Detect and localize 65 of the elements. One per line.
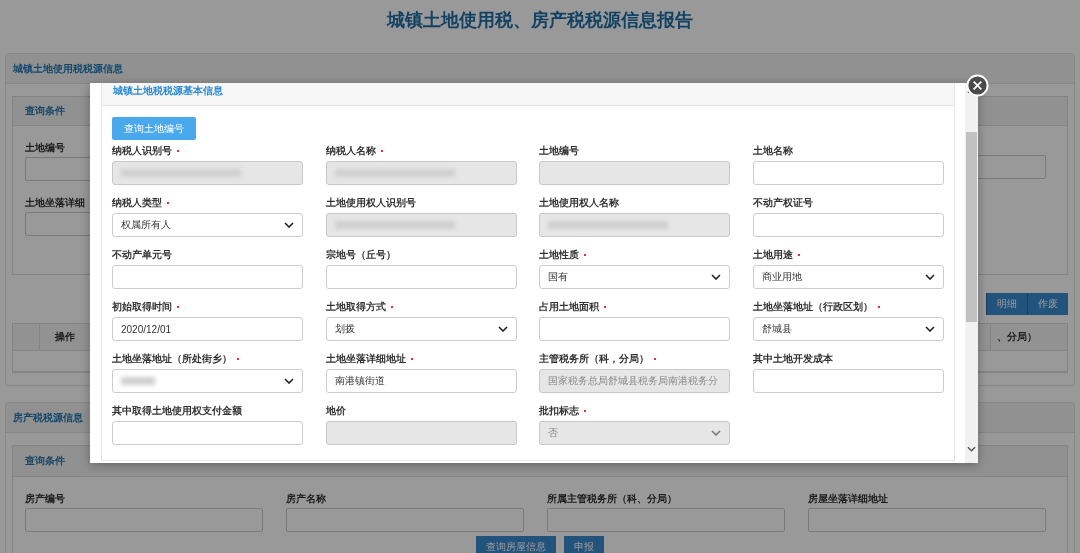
field-label: 房产编号 bbox=[25, 492, 65, 506]
field-label: 地价 bbox=[325, 404, 346, 418]
close-icon[interactable] bbox=[966, 74, 989, 97]
field-label: 主管税务所（科，分局） bbox=[539, 352, 657, 366]
input-field[interactable] bbox=[539, 317, 730, 341]
chevron-down-icon bbox=[924, 326, 935, 332]
field-label: 土地坐落地址（所处街乡） bbox=[112, 352, 240, 366]
field-label: 纳税人类型 bbox=[112, 196, 170, 210]
input-field[interactable] bbox=[325, 265, 517, 289]
field-label: 房屋坐落详细地址 bbox=[808, 492, 888, 506]
field-label: 所属主管税务所（科、分局） bbox=[547, 492, 677, 506]
field-label: 批扣标志 bbox=[539, 404, 587, 418]
chevron-down-icon bbox=[284, 222, 294, 228]
input-field[interactable] bbox=[752, 213, 944, 237]
field-label: 其中土地开发成本 bbox=[752, 352, 833, 366]
chevron-down-icon bbox=[924, 274, 935, 280]
input-field[interactable] bbox=[808, 508, 1046, 532]
input-field[interactable]: 南港镇街道 bbox=[325, 369, 517, 393]
scroll-thumb[interactable] bbox=[966, 132, 977, 322]
field-label: 土地取得方式 bbox=[325, 300, 394, 314]
dropdown[interactable]: 权属所有人 bbox=[112, 213, 303, 237]
input-field[interactable] bbox=[25, 508, 263, 532]
chevron-down-icon bbox=[711, 274, 721, 280]
section-title: 城镇土地税税源基本信息 bbox=[102, 83, 954, 106]
dropdown[interactable]: 商业用地 bbox=[752, 265, 944, 289]
field-label: 土地名称 bbox=[752, 144, 793, 158]
field-label: 土地用途 bbox=[752, 248, 801, 262]
input-field[interactable]: 2020/12/01 bbox=[112, 317, 303, 341]
chevron-down-icon bbox=[497, 326, 508, 332]
field-label: 纳税人名称 bbox=[325, 144, 384, 158]
field-label: 占用土地面积 bbox=[539, 300, 607, 314]
chevron-down-icon bbox=[284, 378, 294, 384]
field-label: 纳税人识别号 bbox=[112, 144, 180, 158]
panel-title: 城镇土地使用税税源信息 bbox=[6, 54, 1074, 84]
field-label: 土地性质 bbox=[539, 248, 587, 262]
input-field[interactable] bbox=[112, 421, 303, 445]
dropdown[interactable]: 舒城县 bbox=[752, 317, 944, 341]
field-label: 土地编号 bbox=[25, 141, 65, 155]
field-label: 不动产权证号 bbox=[752, 196, 813, 210]
page-title: 城镇土地使用税、房产税税源信息报告 bbox=[385, 9, 694, 32]
column-header: 、分局） bbox=[990, 324, 1067, 350]
field-label: 宗地号（丘号） bbox=[325, 248, 396, 262]
field-label: 土地编号 bbox=[539, 144, 579, 158]
field-label: 其中取得土地使用权支付金额 bbox=[112, 404, 242, 418]
input-field[interactable] bbox=[112, 265, 303, 289]
field-label: 土地坐落地址（行政区划） bbox=[752, 300, 881, 314]
input-field: 国家税务总局舒城县税务局南港税务分 bbox=[539, 369, 730, 393]
field-label: 土地坐落详细地址 bbox=[325, 352, 414, 366]
scrollbar[interactable] bbox=[965, 83, 978, 463]
input-field[interactable] bbox=[752, 369, 944, 393]
field-label: 土地坐落详细 bbox=[25, 196, 85, 210]
field-label: 不动产单元号 bbox=[112, 248, 172, 262]
dropdown[interactable]: 划拨 bbox=[325, 317, 517, 341]
input-field[interactable] bbox=[752, 161, 944, 185]
scroll-down-icon[interactable] bbox=[967, 446, 976, 452]
input-field[interactable] bbox=[547, 508, 785, 532]
field-label: 土地使用权人识别号 bbox=[325, 196, 416, 210]
field-label: 初始取得时间 bbox=[112, 300, 180, 314]
field-label: 土地使用权人名称 bbox=[539, 196, 619, 210]
chevron-down-icon bbox=[711, 430, 721, 436]
dropdown[interactable]: 国有 bbox=[539, 265, 730, 289]
input-field[interactable] bbox=[286, 508, 524, 532]
field-label: 房产名称 bbox=[286, 492, 326, 506]
dropdown[interactable] bbox=[112, 369, 303, 393]
dropdown: 否 bbox=[539, 421, 730, 445]
